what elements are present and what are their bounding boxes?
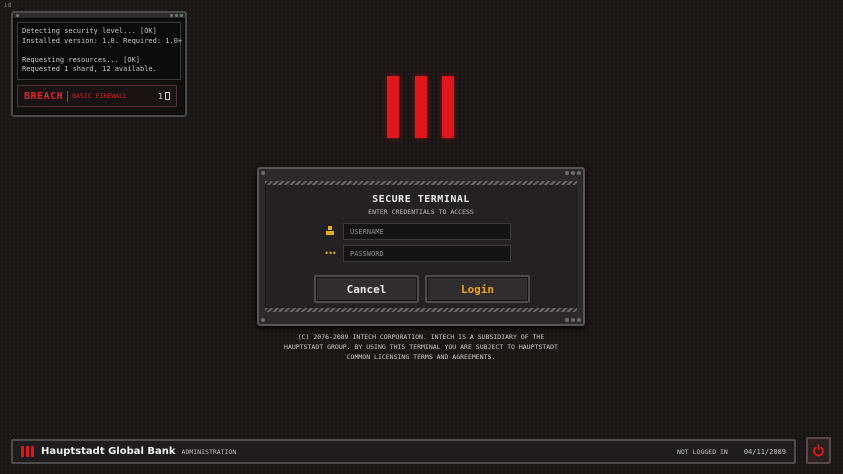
username-row xyxy=(323,223,513,240)
log-line: Installed version: 1.0. Required: 1.0+ xyxy=(22,36,183,45)
username-input[interactable] xyxy=(343,223,511,240)
user-icon xyxy=(323,226,337,237)
power-button[interactable] xyxy=(806,437,831,464)
breach-program[interactable]: BREACH BASIC FIREWALL 1 xyxy=(17,85,177,107)
breach-console: Detecting security level... [OK] Installe… xyxy=(11,11,187,117)
bank-name: Hauptstadt Global Bank xyxy=(41,446,176,457)
shard-count: 1 xyxy=(158,92,170,101)
login-status: NOT LOGGED IN xyxy=(676,447,728,456)
login-panel: SECURE TERMINAL ENTER CREDENTIALS TO ACC… xyxy=(257,167,585,326)
password-row: ••• xyxy=(323,245,513,262)
breach-divider xyxy=(67,90,69,102)
log-line: Requested 1 shard, 12 available. xyxy=(22,65,157,73)
log-line: Requesting resources... [OK] xyxy=(22,55,141,64)
status-bar: Hauptstadt Global Bank ADMINISTRATION NO… xyxy=(11,439,796,464)
hazard-strip xyxy=(265,181,577,185)
panel-title: SECURE TERMINAL xyxy=(372,194,470,205)
shard-icon xyxy=(165,92,170,100)
console-log: Detecting security level... [OK] Installe… xyxy=(17,22,183,80)
breach-title: BREACH xyxy=(24,90,64,102)
shard-count-value: 1 xyxy=(158,91,163,101)
breach-subtitle: BASIC FIREWALL xyxy=(72,92,127,100)
bank-logo-icon xyxy=(21,446,34,457)
password-dots-icon: ••• xyxy=(324,249,336,258)
bank-role: ADMINISTRATION xyxy=(181,447,237,456)
console-titlebar xyxy=(13,13,185,19)
logo-bars-icon xyxy=(387,76,455,138)
copyright-notice: (C) 2076-2089 INTECH CORPORATION. INTECH… xyxy=(284,333,558,361)
cancel-button[interactable]: Cancel xyxy=(314,275,419,303)
power-icon xyxy=(813,444,824,457)
password-input[interactable] xyxy=(343,245,511,262)
log-line: Detecting security level... [OK] xyxy=(22,27,157,35)
login-button[interactable]: Login xyxy=(425,275,530,303)
panel-subtitle: ENTER CREDENTIALS TO ACCESS xyxy=(368,208,474,216)
hazard-strip xyxy=(265,308,577,312)
date-display: 04/11/2089 xyxy=(743,447,786,456)
corner-mark: ıd xyxy=(4,2,12,9)
